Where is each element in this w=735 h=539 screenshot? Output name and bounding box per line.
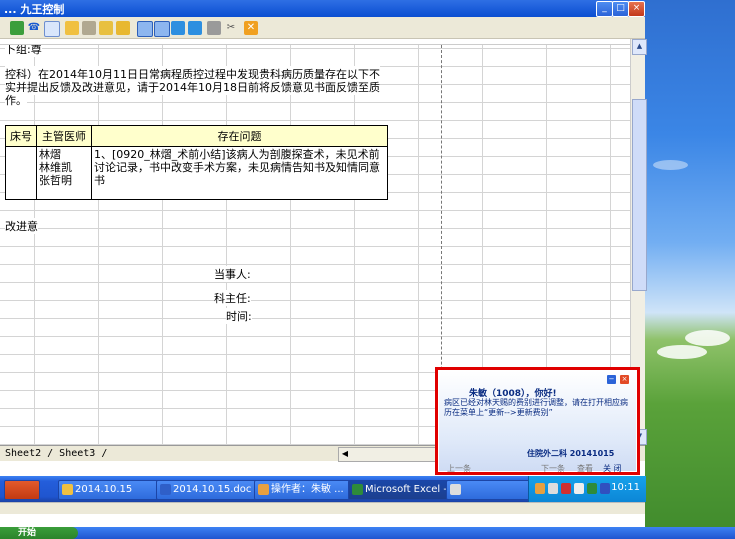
- clock[interactable]: 10:11: [611, 482, 640, 493]
- app-icon: [258, 484, 269, 495]
- print-icon[interactable]: [207, 21, 221, 35]
- window-icon: [450, 484, 461, 495]
- lock-icon[interactable]: [82, 21, 96, 35]
- desktop-wallpaper: [645, 0, 735, 539]
- doctor-name: 林维凯: [39, 161, 72, 174]
- screen-icon[interactable]: [171, 21, 185, 35]
- doctor-name: 林熠: [39, 148, 61, 161]
- folder-icon[interactable]: [99, 21, 113, 35]
- taskbar-item-label: 2014.10.15: [75, 484, 133, 495]
- taskbar-item-folder[interactable]: 2014.10.15: [58, 480, 170, 500]
- bottom-strip: [0, 502, 645, 514]
- paragraph-line-2: 实并提出反馈及改进意见，请于2014年10月18日前将反馈意见书面反馈至质: [5, 79, 380, 95]
- word-icon: [160, 484, 171, 495]
- prev-button[interactable]: 上一条: [447, 463, 471, 474]
- volume-icon[interactable]: [574, 483, 584, 494]
- tray-excel-icon[interactable]: [587, 483, 597, 494]
- column-header-doctor: 主管医师: [36, 125, 92, 147]
- tools-icon[interactable]: ✂: [224, 21, 238, 35]
- window-title: ... 九王控制: [4, 3, 65, 16]
- scroll-left-icon[interactable]: ◀: [339, 448, 351, 459]
- excel-icon: [352, 484, 363, 495]
- quick-launch[interactable]: [4, 480, 40, 500]
- start-button[interactable]: 开始: [0, 527, 78, 539]
- taskbar-item-label: 操作者：朱敏 ...: [271, 484, 344, 495]
- bed-cell[interactable]: [5, 146, 37, 200]
- grid-icon[interactable]: [154, 21, 170, 37]
- report-icon[interactable]: [10, 21, 24, 35]
- notification-popup[interactable]: − × 朱敏（1008），你好! 病区已经对林天赐的费别进行调整，请在打开相应病…: [435, 367, 640, 475]
- sheet-tabs[interactable]: Sheet2 / Sheet3 /: [5, 448, 107, 459]
- column-header-bed: 床号: [5, 125, 37, 147]
- exit-icon[interactable]: ✕: [244, 21, 258, 35]
- table-row: 林熠 林维凯 张哲明 1、[0920_林熠_术前小结]该病人为剖腹探查术，未见术…: [5, 146, 388, 200]
- table-header-row: 床号 主管医师 存在问题: [5, 125, 388, 147]
- close-button[interactable]: ×: [628, 1, 645, 17]
- maximize-button[interactable]: □: [612, 1, 629, 17]
- doctor-cell[interactable]: 林熠 林维凯 张哲明: [36, 146, 92, 200]
- scroll-thumb[interactable]: [632, 99, 647, 291]
- taskbar-item-operator[interactable]: 操作者：朱敏 ...: [254, 480, 362, 500]
- taskbar-item-doc[interactable]: 2014.10.15.doc ...: [156, 480, 268, 500]
- folder-icon: [62, 484, 73, 495]
- message-icon[interactable]: [44, 21, 60, 37]
- toolbar: ☎ ✂ ✕: [0, 17, 645, 39]
- outer-taskbar: 开始: [0, 527, 735, 539]
- popup-message: 病区已经对林天赐的费别进行调整，请在打开相应病历在菜单上“更新-->更新费别”: [444, 398, 628, 417]
- popup-minimize-icon[interactable]: −: [607, 375, 616, 384]
- popup-sender: 住院外二科 20141015: [527, 449, 615, 458]
- problem-cell[interactable]: 1、[0920_林熠_术前小结]该病人为剖腹探查术，未见术前讨论记录，书中改变手…: [91, 146, 388, 200]
- scroll-up-icon[interactable]: ▲: [632, 39, 647, 55]
- taskbar: 2014.10.15 2014.10.15.doc ... 操作者：朱敏 ...…: [0, 476, 646, 502]
- column-header-problem: 存在问题: [91, 125, 388, 147]
- party-label: 当事人:: [214, 266, 251, 282]
- taskbar-item-excel[interactable]: Microsoft Excel - ...: [348, 480, 460, 500]
- director-label: 科主任:: [214, 290, 251, 306]
- next-button[interactable]: 下一条: [541, 463, 565, 474]
- phone-icon[interactable]: ☎: [27, 21, 41, 35]
- paragraph-line-3: 作。: [5, 92, 27, 108]
- layout-icon[interactable]: [188, 21, 202, 35]
- time-label: 时间:: [226, 308, 252, 324]
- tray-monitor-icon[interactable]: [600, 483, 610, 494]
- improvement-label: 改进意: [5, 218, 38, 234]
- tray-network-icon[interactable]: [548, 483, 558, 494]
- save-icon[interactable]: [116, 21, 130, 35]
- minimize-button[interactable]: _: [596, 1, 613, 17]
- horizontal-scrollbar[interactable]: ◀: [338, 447, 440, 462]
- issue-table: 床号 主管医师 存在问题 林熠 林维凯 张哲明 1、[0920_林熠_术前小结]…: [5, 125, 388, 200]
- window-icon[interactable]: [137, 21, 153, 37]
- view-button[interactable]: 查看: [577, 463, 593, 474]
- popup-close-icon[interactable]: ×: [620, 375, 629, 384]
- window-title-bar[interactable]: ... 九王控制 _ □ ×: [0, 0, 645, 17]
- doctor-name: 张哲明: [39, 174, 72, 187]
- header-fragment: 卜组:尊: [5, 45, 42, 57]
- system-tray: 10:11: [528, 476, 646, 502]
- tray-shield-icon[interactable]: [561, 483, 571, 494]
- tray-app-icon[interactable]: [535, 483, 545, 494]
- user-icon[interactable]: [65, 21, 79, 35]
- taskbar-item-label: 2014.10.15.doc ...: [173, 484, 265, 495]
- popup-close-button[interactable]: 关 闭: [603, 463, 622, 474]
